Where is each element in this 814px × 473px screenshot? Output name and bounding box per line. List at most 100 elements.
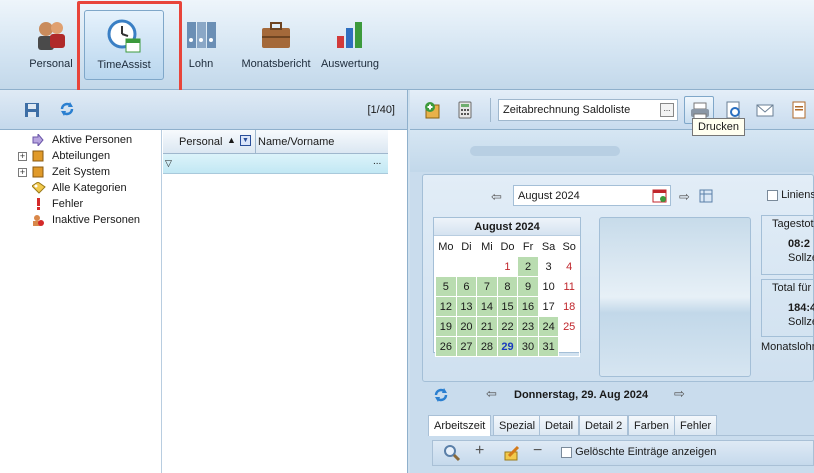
calendar-day[interactable]: 17 (537, 296, 560, 317)
month-field[interactable]: August 2024 (513, 185, 671, 206)
expand-icon[interactable]: + (18, 152, 27, 161)
calendar-day[interactable]: 25 (558, 316, 580, 337)
tab-spezial[interactable]: Spezial (493, 415, 542, 435)
calendar-day[interactable]: 23 (517, 316, 539, 337)
calendar-weekday-row: Mo Di Mi Do Fr Sa So (435, 236, 580, 257)
tab-fehler[interactable]: Fehler (674, 415, 718, 435)
column-header-personal[interactable]: Personal (179, 136, 222, 148)
next-month-arrow-icon[interactable]: ⇨ (679, 189, 690, 205)
tree-label: Inaktive Personen (52, 214, 141, 226)
calendar-day[interactable]: 18 (558, 296, 580, 317)
tree-item-inaktive-personen[interactable]: Inaktive Personen (10, 212, 161, 228)
folder-icon (32, 150, 44, 162)
tree-item-fehler[interactable]: Fehler (10, 196, 161, 212)
tree-label: Zeit System (52, 166, 111, 178)
calendar-day[interactable]: 12 (435, 296, 457, 317)
weekday-label: So (558, 236, 580, 257)
calendar-day[interactable]: 29 (496, 336, 519, 357)
calendar-grid-icon[interactable] (699, 189, 713, 206)
export-icon[interactable] (788, 99, 810, 121)
calendar-day (476, 256, 498, 277)
column-header-name[interactable]: Name/Vorname (258, 136, 334, 148)
calendar-day[interactable]: 2 (517, 256, 539, 277)
bar-chart-icon (333, 18, 367, 52)
tab-detail[interactable]: Detail (539, 415, 580, 435)
add-icon[interactable]: + (475, 442, 484, 460)
calendar-day[interactable]: 15 (496, 296, 519, 317)
calendar-day[interactable]: 8 (496, 276, 519, 297)
personal-grid: Personal ▲ ▼ Name/Vorname ▽ ... (163, 130, 388, 473)
grid-filter-row[interactable]: ▽ ... (163, 154, 388, 174)
edit-icon[interactable] (503, 444, 521, 465)
calendar-day[interactable]: 24 (537, 316, 560, 337)
total-group: Total für 184:4 Sollze (761, 279, 814, 337)
toolbar-separator (490, 98, 491, 122)
tags-icon (31, 181, 46, 194)
calendar-day[interactable]: 13 (455, 296, 478, 317)
calendar-day (558, 336, 580, 357)
calendar-day[interactable]: 5 (435, 276, 457, 297)
lines-checkbox[interactable]: Liniens (767, 189, 814, 201)
calendar-day[interactable]: 30 (517, 336, 539, 357)
expand-icon[interactable]: + (18, 168, 27, 177)
calendar-day[interactable]: 27 (455, 336, 478, 357)
sort-asc-icon[interactable]: ▲ (227, 135, 236, 145)
calendar-picker-icon[interactable] (652, 188, 667, 206)
highlight-frame (77, 1, 182, 95)
calendar-day[interactable]: 21 (476, 316, 498, 337)
email-icon[interactable] (754, 99, 776, 121)
filter-icon[interactable]: ▼ (240, 135, 251, 146)
calendar-day[interactable]: 16 (517, 296, 539, 317)
calendar-week-row: 26 27 28 29 30 31 (435, 336, 580, 357)
add-report-icon[interactable] (422, 99, 444, 121)
calendar-day[interactable]: 20 (455, 316, 478, 337)
binders-icon (184, 18, 218, 52)
checkbox[interactable] (767, 189, 778, 201)
prev-month-arrow-icon[interactable]: ⇦ (491, 189, 502, 205)
checkbox[interactable] (561, 446, 572, 458)
next-day-arrow-icon[interactable]: ⇨ (674, 386, 685, 402)
tree-item-aktive-personen[interactable]: Aktive Personen (10, 132, 161, 148)
report-select[interactable]: Zeitabrechnung Saldoliste ... (498, 99, 678, 121)
save-icon[interactable] (24, 102, 40, 118)
ribbon-button-lohn[interactable]: Lohn (180, 10, 222, 80)
remove-icon[interactable]: − (533, 442, 542, 460)
calendar-day[interactable]: 31 (537, 336, 560, 357)
calendar-day[interactable]: 28 (476, 336, 498, 357)
calendar-day[interactable]: 10 (537, 276, 560, 297)
calendar-day[interactable]: 26 (435, 336, 457, 357)
calendar-day[interactable]: 7 (476, 276, 498, 297)
tab-farben[interactable]: Farben (628, 415, 675, 435)
calendar-day[interactable]: 6 (455, 276, 478, 297)
left-panel: [1/40] Aktive Personen + Abteilungen + Z… (0, 90, 408, 473)
calendar-day[interactable]: 19 (435, 316, 457, 337)
tree-item-alle-kategorien[interactable]: Alle Kategorien (10, 180, 161, 196)
tab-detail-2[interactable]: Detail 2 (579, 415, 629, 435)
report-select-button[interactable]: ... (660, 103, 674, 117)
show-deleted-checkbox[interactable]: Gelöschte Einträge anzeigen (561, 446, 716, 458)
search-icon[interactable] (443, 444, 461, 465)
refresh-icon[interactable] (432, 386, 450, 407)
tab-arbeitszeit[interactable]: Arbeitszeit (428, 415, 492, 436)
lines-checkbox-label: Liniens (781, 189, 814, 201)
calendar-area: ⇦ August 2024 ⇨ August 2024 Mo Di Mi Do … (422, 174, 814, 382)
calendar-day[interactable]: 9 (517, 276, 539, 297)
calendar-day[interactable]: 3 (537, 256, 560, 277)
ribbon-button-personal[interactable]: Personal (24, 10, 78, 80)
tree-item-zeit-system[interactable]: + Zeit System (10, 164, 161, 180)
prev-day-arrow-icon[interactable]: ⇦ (486, 386, 497, 402)
tree-item-abteilungen[interactable]: + Abteilungen (10, 148, 161, 164)
exclamation-icon (32, 198, 44, 210)
calendar-day[interactable]: 14 (476, 296, 498, 317)
filter-row-button[interactable]: ... (373, 156, 381, 167)
calculator-icon[interactable] (454, 99, 476, 121)
right-panel: Zeitabrechnung Saldoliste ... Drucken ⇦ … (410, 90, 814, 473)
ribbon-button-monatsbericht[interactable]: Monatsbericht (238, 10, 314, 80)
weekday-label: Mo (435, 236, 457, 257)
calendar-day[interactable]: 11 (558, 276, 580, 297)
refresh-icon[interactable] (58, 100, 76, 118)
ribbon-button-auswertung[interactable]: Auswertung (318, 10, 382, 80)
calendar-day[interactable]: 22 (496, 316, 519, 337)
calendar-day[interactable]: 1 (496, 256, 519, 277)
calendar-day[interactable]: 4 (558, 256, 580, 277)
